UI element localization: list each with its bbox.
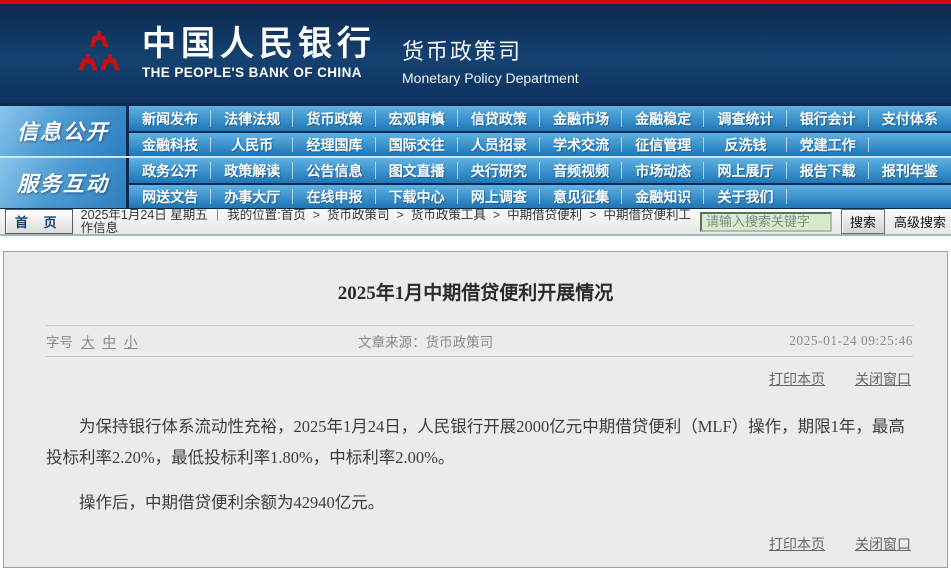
- nav-item[interactable]: 反洗钱: [704, 133, 786, 156]
- breadcrumb-chevron-icon: >: [582, 209, 603, 222]
- home-button[interactable]: 首 页: [5, 209, 73, 234]
- print-page-link[interactable]: 打印本页: [769, 369, 825, 389]
- nav-item[interactable]: 政策解读: [211, 158, 293, 183]
- nav-item[interactable]: 人员招录: [458, 133, 540, 156]
- article-actions-top: 打印本页 关闭窗口: [40, 369, 911, 389]
- site-header: 中国人民银行 THE PEOPLE'S BANK OF CHINA 货币政策司 …: [0, 4, 951, 103]
- breadcrumb-divider: ｜: [208, 209, 227, 222]
- nav-item[interactable]: 关于我们: [704, 185, 786, 208]
- nav-item[interactable]: 下载中心: [376, 185, 458, 208]
- article-actions-bottom: 打印本页 关闭窗口: [40, 534, 911, 554]
- bank-name-en: THE PEOPLE'S BANK OF CHINA: [142, 65, 376, 80]
- nav-item[interactable]: 图文直播: [376, 158, 458, 183]
- nav-item[interactable]: 意见征集: [540, 185, 622, 208]
- nav-item[interactable]: 法律法规: [211, 106, 293, 131]
- department-name-en: Monetary Policy Department: [402, 70, 579, 86]
- nav-item[interactable]: 公告信息: [293, 158, 375, 183]
- nav-item[interactable]: 金融市场: [540, 106, 622, 131]
- source-value: 货币政策司: [426, 335, 494, 350]
- breadcrumb-item[interactable]: 货币政策工具: [411, 209, 486, 222]
- nav-grid-info: 新闻发布法律法规货币政策宏观审慎信贷政策金融市场金融稳定调查统计银行会计支付体系…: [129, 106, 951, 156]
- nav-item[interactable]: 市场动态: [622, 158, 704, 183]
- article-container: 2025年1月中期借贷便利开展情况 字号 大中小 文章来源：货币政策司 2025…: [3, 251, 948, 568]
- nav-item[interactable]: 网上调查: [458, 185, 540, 208]
- search-box: 搜索 高级搜索: [700, 209, 946, 234]
- search-input[interactable]: [700, 212, 832, 232]
- article-body: 为保持银行体系流动性充裕，2025年1月24日，人民银行开展2000亿元中期借贷…: [46, 411, 907, 518]
- nav-item[interactable]: 金融知识: [622, 185, 704, 208]
- nav-item[interactable]: 新闻发布: [129, 106, 211, 131]
- nav-item[interactable]: 办事大厅: [211, 185, 293, 208]
- department-name-cn: 货币政策司: [402, 34, 579, 66]
- source-label: 文章来源：: [358, 335, 426, 350]
- font-size-option[interactable]: 小: [124, 331, 138, 351]
- nav-row: 网送文告办事大厅在线申报下载中心网上调查意见征集金融知识关于我们: [129, 183, 951, 208]
- nav-item[interactable]: 支付体系: [869, 106, 951, 131]
- nav-row: 金融科技人民币经理国库国际交往人员招录学术交流征信管理反洗钱党建工作: [129, 131, 951, 156]
- nav-item[interactable]: 货币政策: [293, 106, 375, 131]
- pboc-webpage: 中国人民银行 THE PEOPLE'S BANK OF CHINA 货币政策司 …: [0, 0, 951, 576]
- department-title-block: 货币政策司 Monetary Policy Department: [402, 22, 579, 86]
- nav-item[interactable]: 银行会计: [787, 106, 869, 131]
- nav-item[interactable]: 网上展厅: [704, 158, 786, 183]
- font-size-control: 字号 大中小: [46, 331, 358, 351]
- search-button[interactable]: 搜索: [841, 209, 885, 234]
- nav-item[interactable]: 报刊年鉴: [869, 158, 951, 183]
- breadcrumb-chevron-icon: >: [306, 209, 327, 222]
- breadcrumb-item[interactable]: 货币政策司: [327, 209, 390, 222]
- print-page-link-bottom[interactable]: 打印本页: [769, 534, 825, 554]
- breadcrumb-path: 2025年1月24日 星期五 ｜ 我的位置:首页>货币政策司>货币政策工具>中期…: [81, 209, 700, 235]
- nav-item[interactable]: 报告下载: [787, 158, 869, 183]
- nav-item[interactable]: 党建工作: [787, 133, 869, 156]
- breadcrumb-location-home[interactable]: 我的位置:首页: [227, 209, 305, 222]
- nav-item[interactable]: 网送文告: [129, 185, 211, 208]
- nav-item[interactable]: 金融稳定: [622, 106, 704, 131]
- nav-item-empty: [869, 185, 951, 208]
- advanced-search-link[interactable]: 高级搜索: [894, 212, 946, 231]
- font-size-links: 大中小: [81, 331, 138, 351]
- nav-row: 新闻发布法律法规货币政策宏观审慎信贷政策金融市场金融稳定调查统计银行会计支付体系: [129, 106, 951, 131]
- nav-grid-services: 政务公开政策解读公告信息图文直播央行研究音频视频市场动态网上展厅报告下载报刊年鉴…: [129, 158, 951, 208]
- article-paragraph: 操作后，中期借贷便利余额为42940亿元。: [46, 487, 907, 518]
- nav-item[interactable]: 国际交往: [376, 133, 458, 156]
- article-title: 2025年1月中期借贷便利开展情况: [4, 278, 947, 305]
- bank-title-block: 中国人民银行 THE PEOPLE'S BANK OF CHINA: [142, 27, 376, 81]
- main-nav: 信息公开 新闻发布法律法规货币政策宏观审慎信贷政策金融市场金融稳定调查统计银行会…: [0, 103, 951, 209]
- article-paragraph: 为保持银行体系流动性充裕，2025年1月24日，人民银行开展2000亿元中期借贷…: [46, 411, 907, 474]
- close-window-link[interactable]: 关闭窗口: [855, 369, 911, 389]
- nav-section-info-disclosure: 信息公开 新闻发布法律法规货币政策宏观审慎信贷政策金融市场金融稳定调查统计银行会…: [0, 106, 951, 156]
- nav-row: 政务公开政策解读公告信息图文直播央行研究音频视频市场动态网上展厅报告下载报刊年鉴: [129, 158, 951, 183]
- article-source: 文章来源：货币政策司: [358, 331, 789, 351]
- breadcrumb-chevron-icon: >: [486, 209, 507, 222]
- close-window-link-bottom[interactable]: 关闭窗口: [855, 534, 911, 554]
- nav-item[interactable]: 宏观审慎: [376, 106, 458, 131]
- font-size-option[interactable]: 大: [81, 331, 95, 351]
- nav-section-label-info[interactable]: 信息公开: [0, 106, 126, 156]
- nav-item[interactable]: 经理国库: [293, 133, 375, 156]
- nav-item[interactable]: 学术交流: [540, 133, 622, 156]
- content-wrap: 2025年1月中期借贷便利开展情况 字号 大中小 文章来源：货币政策司 2025…: [0, 236, 951, 568]
- nav-item[interactable]: 人民币: [211, 133, 293, 156]
- nav-item[interactable]: 在线申报: [293, 185, 375, 208]
- nav-section-services: 服务互动 政务公开政策解读公告信息图文直播央行研究音频视频市场动态网上展厅报告下…: [0, 156, 951, 208]
- nav-item[interactable]: 政务公开: [129, 158, 211, 183]
- nav-item[interactable]: 调查统计: [704, 106, 786, 131]
- article-meta-row: 字号 大中小 文章来源：货币政策司 2025-01-24 09:25:46: [46, 325, 913, 357]
- nav-item-empty: [787, 185, 869, 208]
- font-size-option[interactable]: 中: [103, 331, 117, 351]
- nav-item[interactable]: 音频视频: [540, 158, 622, 183]
- nav-section-label-services[interactable]: 服务互动: [0, 158, 126, 208]
- pboc-logo-icon: [76, 27, 122, 81]
- nav-item[interactable]: 信贷政策: [458, 106, 540, 131]
- bank-name-cn: 中国人民银行: [142, 27, 376, 63]
- article-datetime: 2025-01-24 09:25:46: [789, 333, 913, 349]
- breadcrumb-bar: 首 页 2025年1月24日 星期五 ｜ 我的位置:首页>货币政策司>货币政策工…: [0, 209, 951, 236]
- nav-item[interactable]: 金融科技: [129, 133, 211, 156]
- font-size-label: 字号: [46, 331, 73, 351]
- breadcrumb-chevron-icon: >: [390, 209, 411, 222]
- nav-item-empty: [869, 133, 951, 156]
- nav-item[interactable]: 央行研究: [458, 158, 540, 183]
- nav-item[interactable]: 征信管理: [622, 133, 704, 156]
- breadcrumb-item[interactable]: 中期借贷便利: [507, 209, 582, 222]
